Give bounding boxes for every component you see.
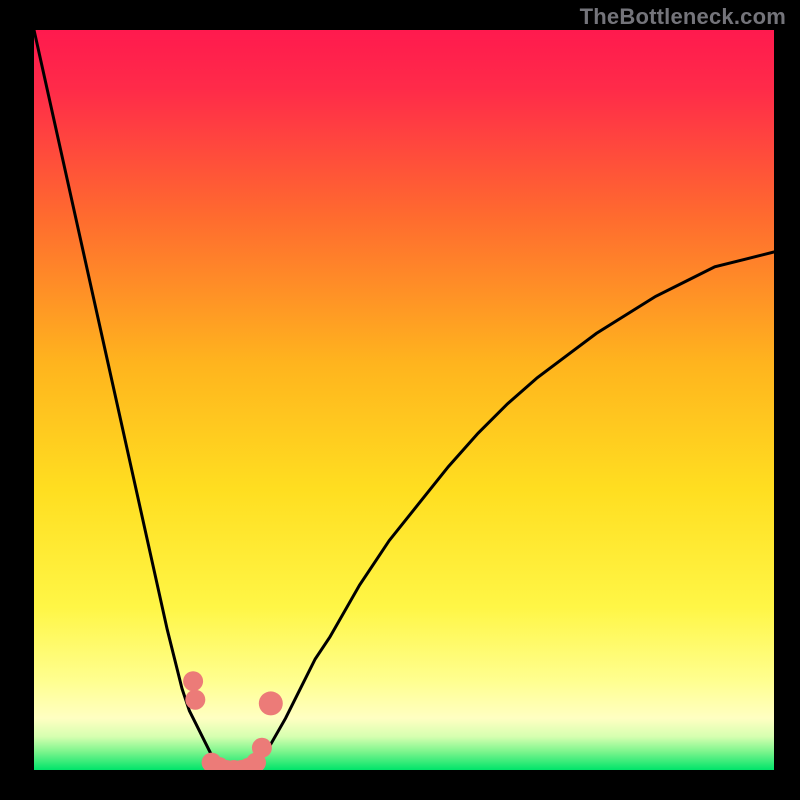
frame-left bbox=[0, 0, 34, 800]
data-marker bbox=[252, 738, 272, 758]
heatmap-background bbox=[34, 30, 774, 770]
frame-bottom bbox=[0, 770, 800, 800]
bottleneck-chart bbox=[34, 30, 774, 770]
data-marker bbox=[183, 671, 203, 691]
data-marker bbox=[185, 690, 205, 710]
data-marker bbox=[259, 691, 283, 715]
frame-right bbox=[774, 0, 800, 800]
watermark-label: TheBottleneck.com bbox=[580, 4, 786, 30]
chart-svg bbox=[34, 30, 774, 770]
